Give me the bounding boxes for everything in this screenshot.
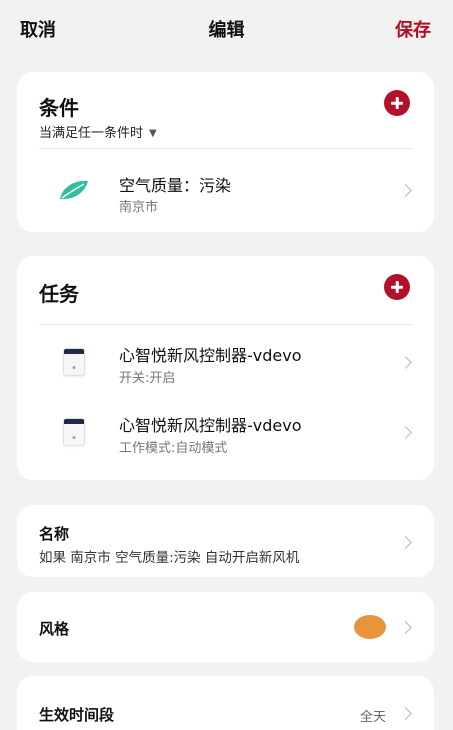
page-title: 编辑 <box>208 20 245 41</box>
name-label: 名称 <box>39 525 70 543</box>
effective-period-value: 全天 <box>359 710 386 725</box>
save-button[interactable]: 保存 <box>395 16 431 42</box>
divider <box>39 324 412 325</box>
task-item-title: 心智悦新风控制器-vdevo <box>119 416 302 435</box>
task-item-subtitle: 工作模式:自动模式 <box>119 441 228 456</box>
edit-automation-page: 取消 编辑 保存 条件 当满足任一条件时 ▼ 空气质量：污染 南京市 任务 心智悦… <box>0 0 453 730</box>
chevron-right-icon <box>399 707 412 720</box>
style-color-swatch[interactable] <box>354 615 386 639</box>
air-purifier-icon <box>63 418 85 446</box>
chevron-right-icon <box>399 426 412 439</box>
conditions-card: 条件 当满足任一条件时 ▼ 空气质量：污染 南京市 <box>17 72 434 232</box>
condition-item-subtitle: 南京市 <box>119 200 159 215</box>
task-item-title: 心智悦新风控制器-vdevo <box>119 346 302 365</box>
name-card[interactable]: 名称 如果 南京市 空气质量:污染 自动开启新风机 <box>17 505 434 577</box>
chevron-right-icon <box>399 184 412 197</box>
tasks-title: 任务 <box>39 282 79 306</box>
chevron-right-icon <box>399 536 412 549</box>
effective-period-card[interactable]: 生效时间段 全天 <box>17 676 434 730</box>
condition-mode-label: 当满足任一条件时 <box>39 126 144 141</box>
effective-period-label: 生效时间段 <box>39 706 115 724</box>
style-card[interactable]: 风格 <box>17 592 434 662</box>
conditions-title: 条件 <box>39 96 79 120</box>
task-item-subtitle: 开关:开启 <box>119 371 176 386</box>
tasks-card: 任务 心智悦新风控制器-vdevo 开关:开启 心智悦新风控制器-vdevo 工… <box>17 256 434 480</box>
top-bar: 取消 编辑 保存 <box>0 0 453 58</box>
condition-mode-selector[interactable]: 当满足任一条件时 ▼ <box>39 122 157 141</box>
condition-item[interactable]: 空气质量：污染 南京市 <box>17 158 434 224</box>
add-task-button[interactable] <box>384 274 410 300</box>
divider <box>39 148 412 149</box>
air-purifier-icon <box>63 348 85 376</box>
add-condition-button[interactable] <box>384 90 410 116</box>
task-item[interactable]: 心智悦新风控制器-vdevo 开关:开启 <box>17 332 434 402</box>
style-label: 风格 <box>39 620 70 638</box>
chevron-right-icon <box>399 621 412 634</box>
task-item[interactable]: 心智悦新风控制器-vdevo 工作模式:自动模式 <box>17 402 434 472</box>
name-value: 如果 南京市 空气质量:污染 自动开启新风机 <box>39 550 300 566</box>
condition-item-title: 空气质量：污染 <box>119 176 232 195</box>
leaf-icon <box>60 180 88 200</box>
chevron-right-icon <box>399 356 412 369</box>
chevron-down-icon: ▼ <box>149 128 157 139</box>
